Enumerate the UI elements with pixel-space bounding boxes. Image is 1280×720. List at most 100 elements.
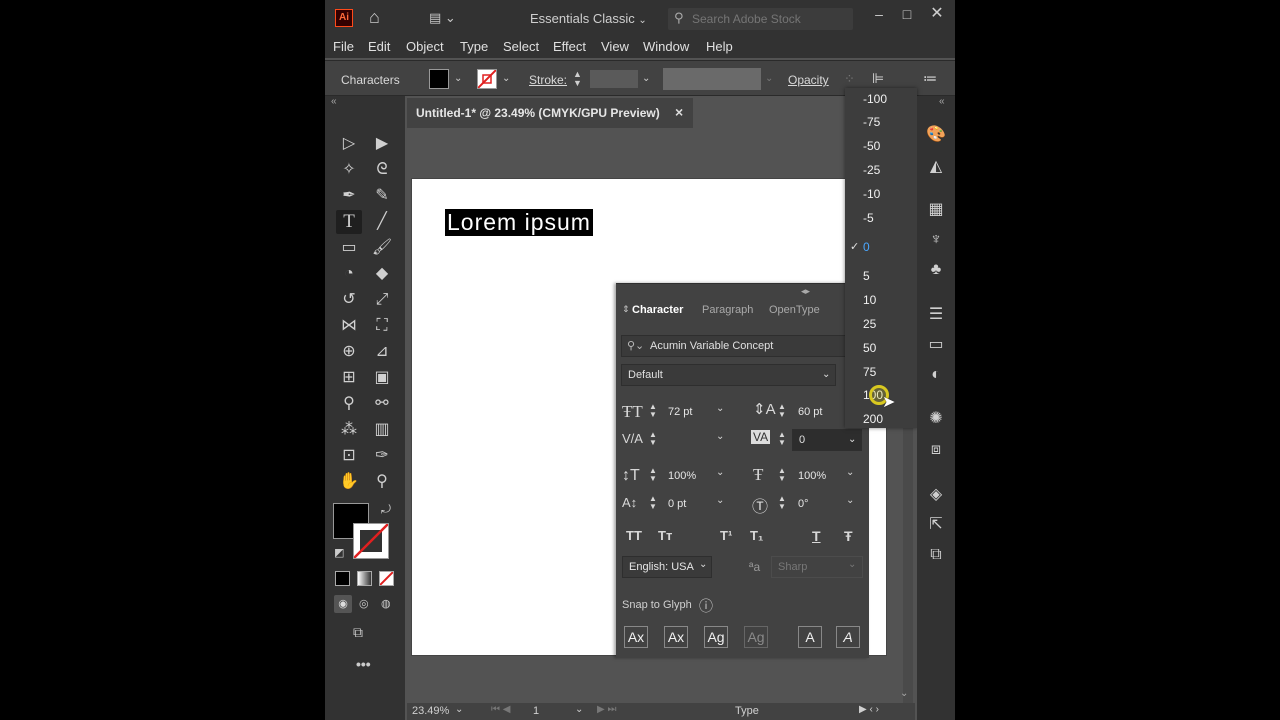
vertical-scale-stepper[interactable]: ▲ ▼ [649,467,657,483]
artboard-number[interactable]: 1 [533,705,539,717]
slice-tool-icon[interactable]: ✑ [369,444,395,468]
tracking-option-selected[interactable]: 0 [863,240,870,254]
menu-effect[interactable]: Effect [553,39,586,54]
scale-tool-icon[interactable]: ⤢ [369,288,395,312]
graphic-styles-icon[interactable]: ⧈ [925,439,947,461]
chevron-down-icon[interactable]: ⌄ [716,467,724,478]
stroke-swatch[interactable] [477,69,497,89]
tracking-option[interactable]: 50 [863,341,876,355]
paintbrush-tool-icon[interactable]: 🖌 [369,236,395,260]
snap-glyph-bounds-button[interactable]: Ag [704,626,728,648]
arrange-documents-icon[interactable]: ▤ ⌄ [429,9,456,27]
eyedropper-tool-icon[interactable]: ⚲ [336,392,362,416]
chevron-down-icon[interactable]: ⌄ [642,73,650,84]
panel-menu-icon[interactable]: ≔ [923,70,937,87]
menu-window[interactable]: Window [643,39,689,54]
language-select[interactable]: English: USA ⌄ [622,556,712,578]
opacity-label[interactable]: Opacity [788,73,829,87]
panel-grip-icon[interactable]: ◂▸ [801,286,810,297]
rotate-tool-icon[interactable]: ↺ [336,288,362,312]
recolor-icon[interactable]: ⁘ [844,71,855,87]
zoom-level[interactable]: 23.49% [412,705,449,717]
asset-export-icon[interactable]: ⇱ [925,514,947,536]
maximize-button[interactable]: □ [895,3,919,25]
stroke-panel-icon[interactable]: ☰ [925,304,947,326]
last-artboard-icon[interactable]: ▶ ⏭ [597,704,616,715]
chevron-down-icon[interactable]: ⌄ [455,704,463,715]
antialiasing-select[interactable]: Sharp ⌄ [771,556,863,578]
chevron-down-icon[interactable]: ⌄ [765,73,773,84]
tab-opentype[interactable]: OpenType [769,304,820,316]
tracking-stepper[interactable]: ▲ ▼ [778,431,786,447]
all-caps-button[interactable]: TT [626,528,642,543]
horizontal-scale-value[interactable]: 100% [798,470,826,482]
baseline-shift-value[interactable]: 0 pt [668,498,686,510]
font-family-field[interactable]: ⚲⌄ Acumin Variable Concept [621,335,869,357]
tracking-option[interactable]: -10 [863,187,880,201]
panel-toggle-icon[interactable]: ⇕ [622,304,630,315]
mesh-tool-icon[interactable]: ⊞ [336,366,362,390]
vertical-scale-value[interactable]: 100% [668,470,696,482]
color-mode-icon[interactable] [335,571,350,586]
info-icon[interactable]: ⓘ [699,596,713,616]
more-tools-icon[interactable]: ••• [356,656,371,672]
superscript-button[interactable]: T¹ [720,528,732,543]
strikethrough-button[interactable]: Ŧ [844,528,853,544]
curvature-tool-icon[interactable]: ✎ [369,184,395,208]
tracking-field[interactable]: 0 ⌄ [792,429,862,451]
horizontal-scale-stepper[interactable]: ▲ ▼ [778,467,786,483]
artboard-tool-icon[interactable]: ⊡ [336,444,362,468]
menu-help[interactable]: Help [706,39,733,54]
status-nav-icon[interactable]: ▶ ‹ › [859,704,879,715]
stock-search-input[interactable] [692,10,847,28]
lasso-tool-icon[interactable]: ᘓ [369,158,395,182]
swatches-icon[interactable]: ▦ [925,199,947,221]
chevron-down-icon[interactable]: ⌄ [502,73,510,84]
menu-type[interactable]: Type [460,39,488,54]
workspace-switcher[interactable]: Essentials Classic ⌄ [530,11,647,26]
selection-tool-icon[interactable]: ▷ [336,132,362,156]
blend-tool-icon[interactable]: ⚯ [369,392,395,416]
gradient-tool-icon[interactable]: ▣ [369,366,395,390]
tracking-option[interactable]: -100 [863,92,887,106]
swap-colors-icon[interactable]: ⤾ [381,502,391,517]
symbols-icon[interactable]: ♣ [925,259,947,281]
snap-angular-button[interactable]: A [798,626,822,648]
font-size-value[interactable]: 72 pt [668,406,692,418]
appearance-icon[interactable]: ✺ [925,408,947,430]
zoom-tool-icon[interactable]: ⚲ [369,470,395,494]
chevron-down-icon[interactable]: ⌄ [575,704,583,715]
snap-anchor-button[interactable]: A [836,626,860,648]
transparency-icon[interactable]: ◐ [925,364,947,386]
tracking-option[interactable]: -25 [863,163,880,177]
home-icon[interactable]: ⌂ [369,8,380,26]
symbol-sprayer-tool-icon[interactable]: ⁂ [336,418,362,442]
character-rotation-stepper[interactable]: ▲ ▼ [778,495,786,511]
leading-stepper[interactable]: ▲ ▼ [778,403,786,419]
minimize-button[interactable]: – [867,3,891,25]
close-tab-icon[interactable]: × [675,104,683,120]
menu-select[interactable]: Select [503,39,539,54]
first-artboard-icon[interactable]: ⏮ ◀ [491,704,510,715]
selected-text-frame[interactable]: Lorem ipsum [445,209,593,236]
collapse-icon[interactable]: « [939,96,945,107]
tracking-option[interactable]: 200 [863,412,883,426]
direct-selection-tool-icon[interactable]: ▶ [369,132,395,156]
draw-behind-icon[interactable]: ◎ [359,597,369,610]
hand-tool-icon[interactable]: ✋ [336,470,362,494]
menu-object[interactable]: Object [406,39,444,54]
shaper-tool-icon[interactable]: ◔ [336,262,362,286]
collapse-icon[interactable]: « [331,96,337,107]
screen-mode-icon[interactable]: ⧉ [353,624,363,641]
color-palette-icon[interactable]: 🎨 [925,124,947,146]
tracking-option[interactable]: 10 [863,293,876,307]
eraser-tool-icon[interactable]: ◆ [369,262,395,286]
perspective-grid-tool-icon[interactable]: ⊿ [369,340,395,364]
menu-view[interactable]: View [601,39,629,54]
snap-xheight-button[interactable]: Ax [664,626,688,648]
stroke-weight-field[interactable] [590,70,638,88]
chevron-down-icon[interactable]: ⌄ [716,431,724,442]
type-tool-icon[interactable]: T [336,210,362,234]
tracking-option[interactable]: -75 [863,115,880,129]
chevron-down-icon[interactable]: ⌄ [846,495,854,506]
